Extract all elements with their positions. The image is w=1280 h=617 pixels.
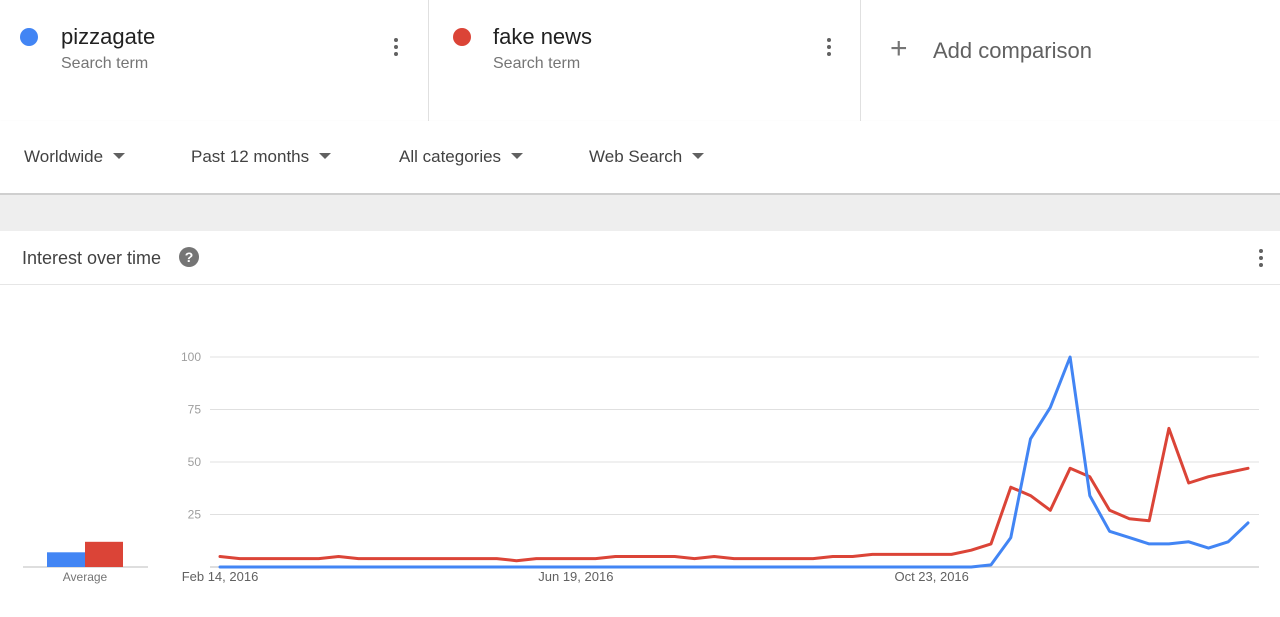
y-tick-label: 25 [188,508,202,522]
y-tick-label: 50 [188,455,202,469]
average-bar-fake-news [85,541,123,567]
y-tick-label: 75 [188,403,202,417]
interest-over-time-chart[interactable]: 100 75 50 25 Feb 14, 2016 Jun 19, 2016 Oct 23,… [0,0,1280,617]
x-tick-label: Oct 23, 2016 [894,569,968,584]
x-tick-label: Feb 14, 2016 [182,569,259,584]
y-tick-label: 100 [181,350,201,364]
average-bar-pizzagate [47,552,85,567]
series-line-fake-news [218,426,1250,563]
average-label: Average [63,570,108,584]
x-tick-label: Jun 19, 2016 [538,569,613,584]
